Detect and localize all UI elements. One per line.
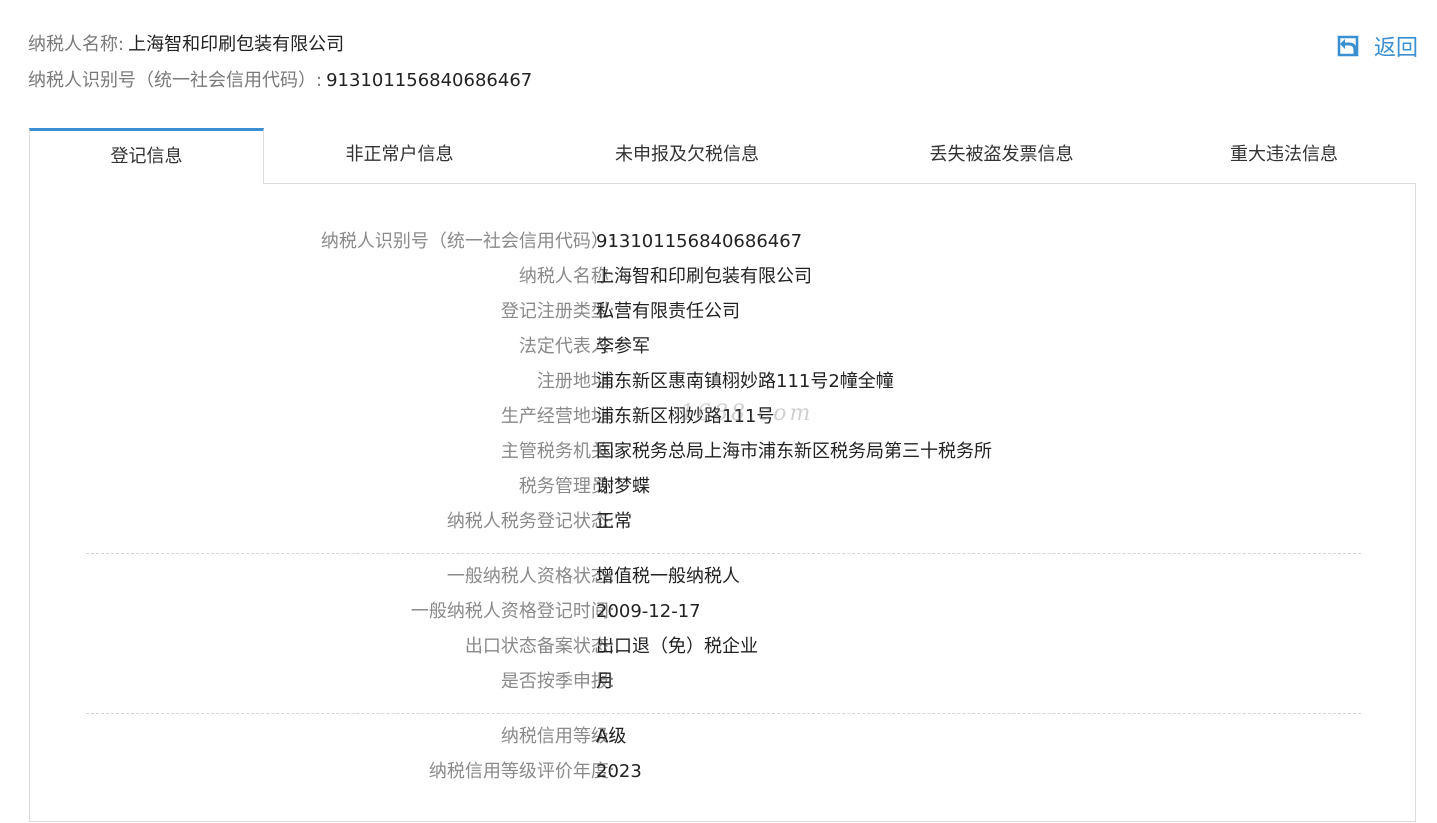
detail-row-registered-address: 注册地址: 浦东新区惠南镇栩妙路111号2幢全幢: [30, 365, 1415, 399]
detail-row-general-taxpayer-status: 一般纳税人资格状态: 增值税一般纳税人: [30, 560, 1415, 594]
detail-row-registration-type: 登记注册类型: 私营有限责任公司: [30, 295, 1415, 329]
detail-row-taxpayer-name: 纳税人名称: 上海智和印刷包装有限公司: [30, 260, 1415, 294]
tab-registration-info[interactable]: 登记信息: [29, 128, 264, 185]
tab-major-violation-info[interactable]: 重大违法信息: [1204, 128, 1364, 182]
detail-value: 谢梦蝶: [596, 476, 650, 497]
detail-row-export-status: 出口状态备案状态: 出口退（免）税企业: [30, 630, 1415, 664]
detail-value: 出口退（免）税企业: [596, 636, 758, 657]
taxpayer-id-label: 纳税人识别号（统一社会信用代码）:: [28, 70, 323, 91]
section-divider: [86, 713, 1361, 714]
detail-value: 913101156840686467: [596, 231, 803, 252]
detail-row-legal-representative: 法定代表人: 李参军: [30, 330, 1415, 364]
detail-value: 月: [596, 671, 614, 692]
back-label: 返回: [1373, 36, 1418, 61]
detail-value: 浦东新区惠南镇栩妙路111号2幢全幢: [596, 371, 894, 392]
back-button[interactable]: 返回: [1336, 30, 1418, 62]
detail-row-credit-rating-year: 纳税信用等级评价年度: 2023: [30, 755, 1415, 789]
watermark: 1688.com: [680, 401, 814, 426]
detail-value: 私营有限责任公司: [596, 301, 740, 322]
tab-bar: 登记信息 非正常户信息 未申报及欠税信息 丢失被盗发票信息 重大违法信息: [29, 128, 1416, 185]
detail-row-quarterly-filing: 是否按季申报: 月: [30, 665, 1415, 699]
back-arrow-icon: [1336, 33, 1362, 59]
taxpayer-name-label: 纳税人名称:: [28, 34, 125, 55]
detail-row-general-taxpayer-date: 一般纳税人资格登记时间: 2009-12-17: [30, 595, 1415, 629]
detail-row-taxpayer-id: 纳税人识别号（统一社会信用代码）: 913101156840686467: [30, 225, 1415, 259]
detail-value: 正常: [596, 511, 632, 532]
tab-undeclared-arrears-info[interactable]: 未申报及欠税信息: [592, 128, 782, 182]
detail-label: 纳税人识别号（统一社会信用代码）:: [320, 231, 615, 252]
section-divider: [86, 553, 1361, 554]
detail-label: 出口状态备案状态:: [464, 636, 615, 657]
detail-value: A级: [596, 726, 627, 747]
detail-row-registration-status: 纳税人税务登记状态: 正常: [30, 505, 1415, 539]
detail-label: 一般纳税人资格状态:: [446, 566, 615, 587]
detail-row-tax-administrator: 税务管理员: 谢梦蝶: [30, 470, 1415, 504]
detail-value: 李参军: [596, 336, 650, 357]
detail-value: 上海智和印刷包装有限公司: [596, 266, 812, 287]
taxpayer-id-value: 913101156840686467: [326, 70, 533, 91]
detail-value: 增值税一般纳税人: [596, 566, 740, 587]
detail-label: 纳税信用等级评价年度:: [428, 761, 615, 782]
taxpayer-id-line: 纳税人识别号（统一社会信用代码）: 913101156840686467: [28, 66, 532, 96]
detail-row-tax-authority: 主管税务机关: 国家税务总局上海市浦东新区税务局第三十税务所: [30, 435, 1415, 469]
tab-abnormal-account-info[interactable]: 非正常户信息: [312, 128, 487, 182]
detail-row-credit-rating: 纳税信用等级: A级: [30, 720, 1415, 754]
registration-info-panel: 纳税人识别号（统一社会信用代码）: 913101156840686467 纳税人…: [29, 183, 1416, 822]
tab-lost-stolen-invoice-info[interactable]: 丢失被盗发票信息: [899, 128, 1104, 182]
taxpayer-name-value: 上海智和印刷包装有限公司: [128, 34, 345, 55]
taxpayer-header: 纳税人名称: 上海智和印刷包装有限公司 纳税人识别号（统一社会信用代码）: 9131…: [28, 28, 1418, 98]
detail-value: 2023: [596, 761, 642, 782]
detail-value: 国家税务总局上海市浦东新区税务局第三十税务所: [596, 441, 992, 462]
taxpayer-name-line: 纳税人名称: 上海智和印刷包装有限公司: [28, 30, 344, 60]
detail-label: 纳税人税务登记状态:: [446, 511, 615, 532]
detail-label: 一般纳税人资格登记时间:: [410, 601, 615, 622]
detail-value: 2009-12-17: [596, 601, 701, 622]
